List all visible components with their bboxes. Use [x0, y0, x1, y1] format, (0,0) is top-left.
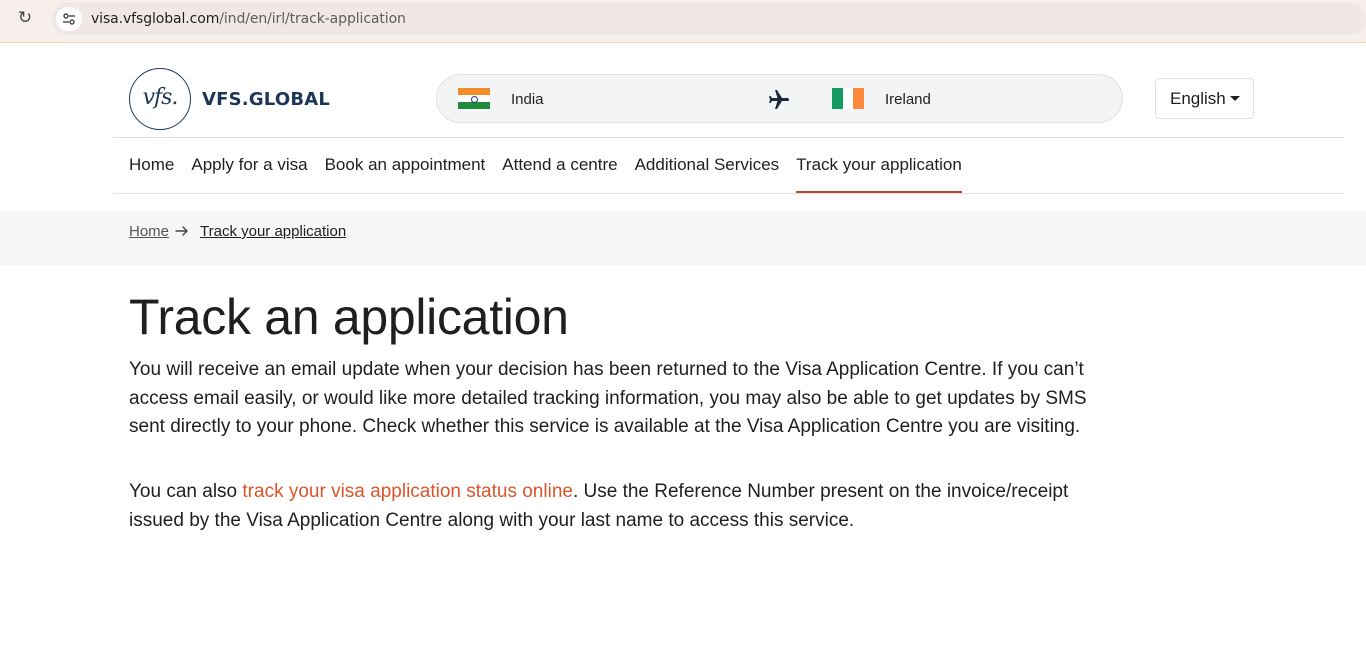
nav-apply-for-visa[interactable]: Apply for a visa	[191, 138, 307, 193]
para2-prefix: You can also	[129, 481, 243, 502]
url-path: /ind/en/irl/track-application	[219, 11, 406, 27]
site-info-icon[interactable]	[56, 7, 82, 31]
logo-text: VFS.GLOBAL	[202, 89, 331, 110]
language-label: English	[1170, 89, 1226, 108]
country-route-selector[interactable]: India Ireland	[436, 74, 1123, 123]
india-flag-icon	[458, 88, 490, 109]
breadcrumb-home-link[interactable]: Home	[129, 223, 169, 240]
reload-icon[interactable]: ↻	[15, 8, 35, 28]
track-status-online-link[interactable]: track your visa application status onlin…	[242, 481, 573, 502]
nav-attend-centre[interactable]: Attend a centre	[502, 138, 617, 193]
nav-book-appointment[interactable]: Book an appointment	[325, 138, 486, 193]
url-host: visa.vfsglobal.com	[91, 11, 220, 27]
main-nav: Home Apply for a visa Book an appointmen…	[129, 138, 979, 193]
email-update-paragraph: You will receive an email update when yo…	[129, 359, 1087, 437]
page-title: Track an application	[129, 289, 569, 345]
airplane-icon	[769, 90, 789, 109]
nav-home[interactable]: Home	[129, 138, 174, 193]
language-dropdown[interactable]: English	[1155, 78, 1254, 119]
to-country: Ireland	[885, 91, 931, 108]
track-online-paragraph: You can also track your visa application…	[129, 478, 1089, 535]
nav-divider	[113, 193, 1344, 194]
from-country: India	[511, 91, 544, 108]
url-text[interactable]: visa.vfsglobal.com/ind/en/irl/track-appl…	[91, 11, 406, 27]
address-bar[interactable]: visa.vfsglobal.com/ind/en/irl/track-appl…	[52, 3, 1366, 35]
nav-additional-services[interactable]: Additional Services	[635, 138, 780, 193]
ireland-flag-icon	[832, 88, 865, 109]
arrow-right-icon	[175, 226, 188, 236]
browser-toolbar: ↻ visa.vfsglobal.com/ind/en/irl/track-ap…	[0, 0, 1366, 43]
breadcrumb: Home Track your application	[0, 211, 1366, 265]
logo-mark: vfs.	[129, 68, 191, 130]
breadcrumb-current-link[interactable]: Track your application	[200, 223, 346, 240]
caret-down-icon	[1230, 96, 1240, 101]
nav-track-application[interactable]: Track your application	[796, 138, 962, 193]
